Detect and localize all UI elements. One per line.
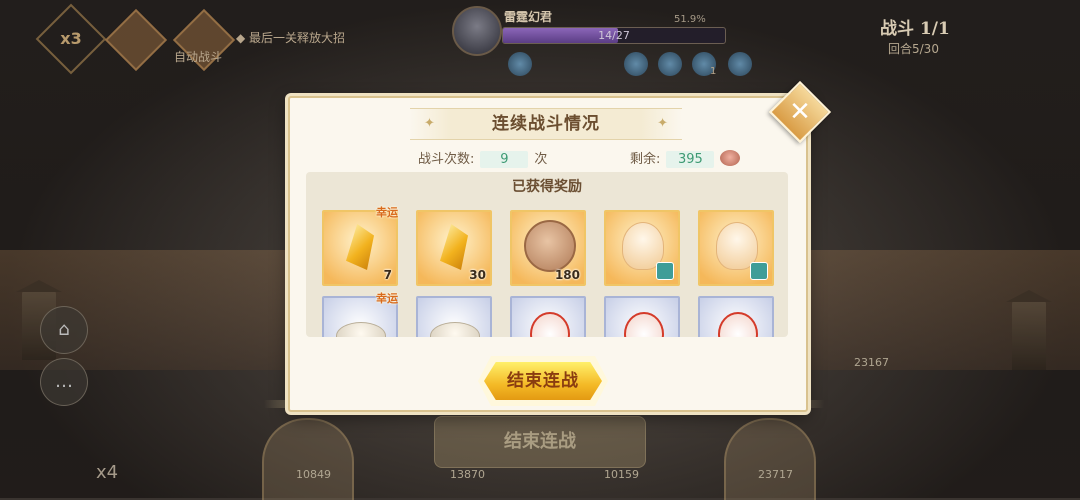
chat-button[interactable]: …	[40, 358, 88, 406]
buff-icon	[508, 52, 532, 76]
reward-item[interactable]: 30	[416, 210, 492, 286]
buff-count: 1	[710, 66, 717, 77]
hero-slot	[262, 418, 354, 500]
type-badge-icon	[750, 262, 768, 280]
reward-item[interactable]	[510, 296, 586, 337]
dialog-title-banner: ✦ 连续战斗情况 ✦	[410, 108, 682, 140]
battle-count-unit: 次	[534, 152, 548, 167]
reward-item[interactable]: 180	[510, 210, 586, 286]
hero-hp: 10159	[604, 468, 639, 481]
buff-icon	[624, 52, 648, 76]
close-icon[interactable]: ✕	[780, 92, 820, 132]
dialog-title: 连续战斗情况	[492, 114, 600, 134]
rewards-heading: 已获得奖励	[512, 179, 582, 195]
remaining-value: 395	[666, 151, 715, 168]
reward-item[interactable]: 幸运 7	[322, 206, 398, 286]
type-badge-icon	[656, 262, 674, 280]
battle-count-label: 战斗次数:	[418, 152, 475, 167]
stamina-bowl-icon	[720, 150, 741, 166]
reward-item[interactable]	[604, 210, 680, 286]
end-battle-button-background: 结束连战	[434, 416, 646, 468]
end-continuous-battle-button[interactable]: 结束连战	[484, 362, 602, 400]
lucky-label: 幸运	[376, 206, 398, 219]
sparkle-icon: ✦	[657, 116, 668, 131]
hero-hp: 13870	[450, 468, 485, 481]
boss-hp-bar: 14/27	[502, 27, 726, 44]
reward-quantity: 180	[554, 268, 580, 282]
reward-item[interactable]	[604, 296, 680, 337]
boss-hp-text: 14/27	[598, 29, 630, 42]
continuous-battle-dialog: ✦ 连续战斗情况 ✦ 战斗次数: 9 次 剩余: 395 已获得奖励 幸运 7 30 180…	[288, 96, 808, 412]
battle-round: 回合5/30	[888, 42, 939, 56]
battle-count-row: 战斗次数: 9 次	[418, 148, 547, 168]
remaining-label: 剩余:	[630, 152, 661, 167]
boss-hp-percent: 51.9%	[674, 14, 706, 25]
rooster-icon	[624, 312, 664, 337]
gold-crystal-icon	[440, 224, 468, 270]
buff-icon	[728, 52, 752, 76]
lucky-label: 幸运	[376, 292, 398, 305]
battle-count-value: 9	[480, 151, 529, 168]
dumpling-icon	[336, 322, 386, 337]
hero-hp: 23717	[758, 468, 793, 481]
remaining-row: 剩余: 395	[630, 148, 741, 168]
reward-item[interactable]	[698, 296, 774, 337]
rooster-icon	[718, 312, 758, 337]
auto-battle-label: 自动战斗	[174, 50, 223, 64]
reward-quantity: 30	[469, 268, 486, 282]
reward-item[interactable]	[698, 210, 774, 286]
hero-hp: 10849	[296, 468, 331, 481]
boss-name: 雷霆幻君	[504, 10, 553, 24]
medal-coin-icon	[524, 220, 576, 272]
boss-avatar	[452, 6, 502, 56]
reward-item[interactable]: 幸运	[322, 292, 398, 337]
reward-quantity: 7	[383, 268, 392, 282]
gold-crystal-icon	[346, 224, 374, 270]
reward-item[interactable]	[416, 296, 492, 337]
home-button[interactable]: ⌂	[40, 306, 88, 354]
rooster-icon	[530, 312, 570, 337]
rewards-panel: 已获得奖励 幸运 7 30 180 幸运	[306, 172, 788, 337]
buff-icon	[658, 52, 682, 76]
hero-slot	[724, 418, 816, 500]
battle-progress-title: 战斗 1/1	[880, 19, 950, 39]
lantern-right	[1012, 300, 1046, 370]
dumpling-icon	[430, 322, 480, 337]
auto-skill-hint: ◆ 最后一关释放大招	[236, 31, 346, 45]
ally-hp: 23167	[854, 356, 889, 369]
speed-x4[interactable]: x4	[96, 462, 118, 483]
